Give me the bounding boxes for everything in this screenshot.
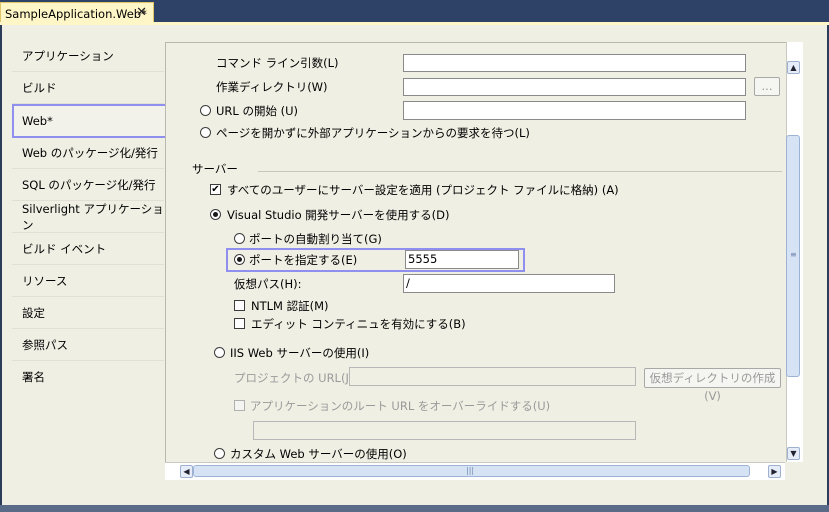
iis-radio[interactable] bbox=[214, 347, 225, 358]
sidebar-item-silverlight[interactable]: Silverlight アプリケーション bbox=[12, 201, 164, 233]
status-strip bbox=[0, 505, 829, 512]
override-root-input[interactable] bbox=[253, 421, 636, 440]
command-line-label: コマンド ライン引数(L) bbox=[216, 56, 339, 70]
override-root-checkbox[interactable] bbox=[234, 400, 245, 411]
document-tab-title: SampleApplication.Web* bbox=[5, 6, 147, 21]
start-url-input[interactable] bbox=[403, 101, 746, 120]
sidebar-item-application[interactable]: アプリケーション bbox=[12, 40, 164, 72]
sidebar-item-label: Web* bbox=[22, 114, 53, 128]
override-root-label: アプリケーションのルート URL をオーバーライドする(U) bbox=[250, 399, 551, 413]
sidebar-item-label: アプリケーション bbox=[22, 48, 114, 63]
custom-server-radio[interactable] bbox=[214, 448, 225, 459]
sidebar-item-label: 設定 bbox=[22, 305, 45, 320]
sidebar-item-label: 参照パス bbox=[22, 337, 68, 352]
specific-port-label: ポートを指定する(E) bbox=[249, 253, 358, 267]
servers-section-label: サーバー bbox=[192, 162, 238, 176]
scroll-right-icon[interactable]: ▶ bbox=[768, 465, 781, 478]
sidebar-item-web[interactable]: Web* bbox=[12, 104, 167, 138]
scroll-down-icon[interactable]: ▼ bbox=[787, 447, 800, 460]
sidebar-item-sql-package[interactable]: SQL のパッケージ化/発行 bbox=[12, 169, 164, 201]
sidebar-item-reference-paths[interactable]: 参照パス bbox=[12, 329, 164, 361]
scroll-up-icon[interactable]: ▲ bbox=[787, 61, 800, 74]
sidebar-item-resources[interactable]: リソース bbox=[12, 265, 164, 297]
sidebar-item-label: Silverlight アプリケーション bbox=[22, 201, 164, 232]
custom-server-label: カスタム Web サーバーの使用(O) bbox=[230, 447, 407, 461]
sidebar-item-label: ビルド bbox=[22, 80, 57, 95]
sidebar-item-build-events[interactable]: ビルド イベント bbox=[12, 233, 164, 265]
sidebar-item-label: リソース bbox=[22, 273, 68, 288]
sidebar-item-label: Web のパッケージ化/発行 bbox=[22, 145, 158, 160]
virtual-path-input[interactable]: / bbox=[403, 274, 615, 293]
auto-port-label: ポートの自動割り当て(G) bbox=[249, 232, 382, 246]
sidebar-item-label: SQL のパッケージ化/発行 bbox=[22, 177, 156, 192]
section-divider bbox=[258, 171, 782, 172]
vs-dev-server-radio[interactable] bbox=[210, 209, 221, 220]
sidebar-item-build[interactable]: ビルド bbox=[12, 72, 164, 104]
specific-port-input[interactable]: 5555 bbox=[405, 250, 519, 269]
edit-continue-label: エディット コンティニュを有効にする(B) bbox=[251, 317, 466, 331]
scroll-left-icon[interactable]: ◀ bbox=[180, 465, 193, 478]
iis-label: IIS Web サーバーの使用(I) bbox=[230, 346, 370, 360]
grip-icon: ≡ bbox=[790, 250, 797, 259]
grip-icon: ||| bbox=[466, 466, 475, 475]
edit-continue-checkbox[interactable] bbox=[234, 318, 245, 329]
working-dir-label: 作業ディレクトリ(W) bbox=[216, 80, 328, 94]
browse-button[interactable]: ... bbox=[754, 77, 780, 96]
command-line-input[interactable] bbox=[403, 54, 746, 72]
sidebar-item-web-package[interactable]: Web のパッケージ化/発行 bbox=[12, 137, 164, 169]
start-url-label: URL の開始 (U) bbox=[216, 104, 299, 118]
close-icon[interactable]: ✕ bbox=[136, 5, 147, 21]
wait-external-radio[interactable] bbox=[200, 127, 211, 138]
document-tab[interactable]: SampleApplication.Web* ✕ bbox=[0, 2, 154, 24]
project-url-input[interactable] bbox=[349, 367, 636, 386]
auto-port-radio[interactable] bbox=[234, 233, 245, 244]
specific-port-radio[interactable] bbox=[234, 254, 245, 265]
ntlm-checkbox[interactable] bbox=[234, 300, 245, 311]
create-vdir-button[interactable]: 仮想ディレクトリの作成(V) bbox=[644, 368, 781, 403]
web-settings-panel: コマンド ライン引数(L) 作業ディレクトリ(W) ... URL の開始 (U… bbox=[165, 42, 786, 463]
sidebar-item-label: ビルド イベント bbox=[22, 241, 107, 256]
working-dir-input[interactable] bbox=[403, 78, 746, 96]
sidebar-item-settings[interactable]: 設定 bbox=[12, 297, 164, 329]
apply-all-users-label: すべてのユーザーにサーバー設定を適用 (プロジェクト ファイルに格納) (A) bbox=[227, 183, 619, 197]
vs-dev-server-label: Visual Studio 開発サーバーを使用する(D) bbox=[227, 208, 450, 222]
virtual-path-label: 仮想パス(H): bbox=[234, 277, 302, 291]
sidebar-item-signing[interactable]: 署名 bbox=[12, 361, 164, 393]
sidebar-item-label: 署名 bbox=[22, 370, 45, 384]
start-url-radio[interactable] bbox=[200, 105, 211, 116]
wait-external-label: ページを開かずに外部アプリケーションからの要求を待つ(L) bbox=[216, 126, 530, 140]
ntlm-label: NTLM 認証(M) bbox=[251, 299, 329, 313]
project-url-label: プロジェクトの URL(J): bbox=[234, 371, 358, 385]
apply-all-users-checkbox[interactable]: ✔ bbox=[210, 184, 221, 195]
